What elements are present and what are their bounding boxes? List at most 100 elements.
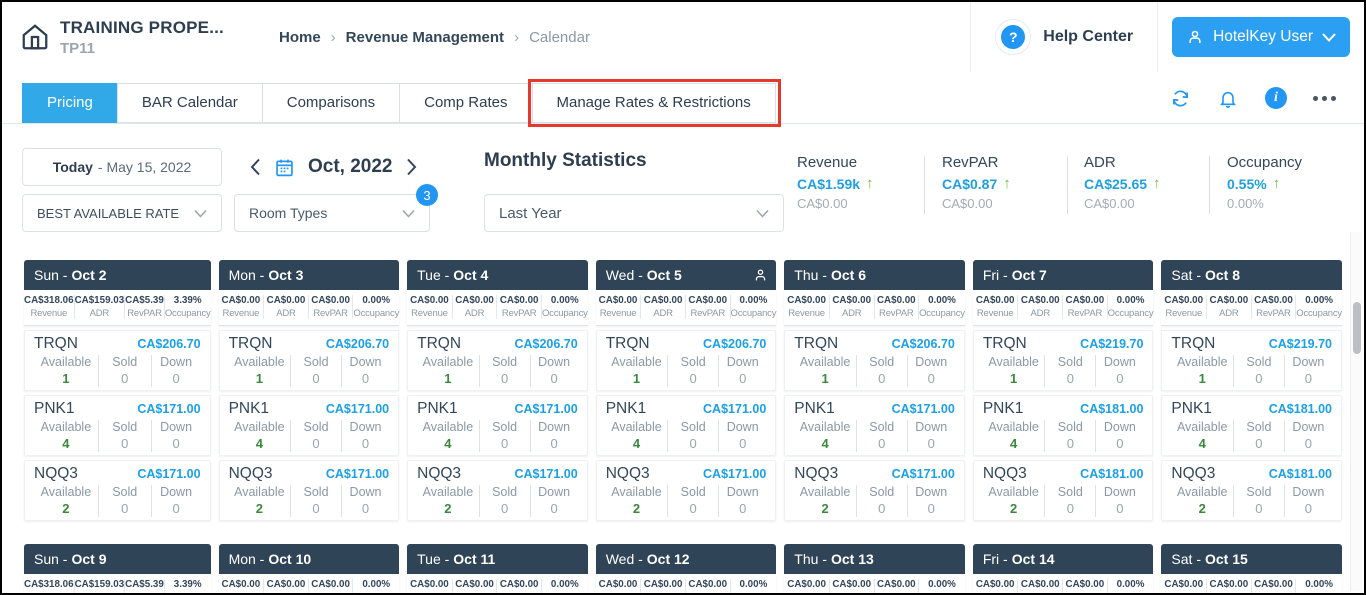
day-header[interactable]: Fri - Oct 14 [973, 544, 1154, 574]
vertical-scrollbar[interactable] [1350, 232, 1362, 591]
next-month-icon[interactable] [406, 158, 417, 176]
room-field-label: Sold [857, 420, 907, 434]
room-price[interactable]: CA$219.70 [1269, 337, 1332, 351]
room-field-label: Down [531, 420, 578, 434]
day-header[interactable]: Thu - Oct 6 [784, 260, 965, 290]
room-code: NQQ3 [34, 465, 78, 483]
tab-bar-calendar[interactable]: BAR Calendar [117, 83, 263, 123]
tab-comparisons[interactable]: Comparisons [262, 83, 400, 123]
room-price[interactable]: CA$171.00 [703, 467, 766, 481]
day-stat: 0.00%Occupancy [918, 295, 965, 319]
room-price[interactable]: CA$171.00 [137, 402, 200, 416]
day-stat-label: RevPAR [1063, 308, 1107, 319]
room-type-card[interactable]: PNK1 CA$171.00 Available4 Sold0 Down0 [407, 395, 588, 456]
room-price[interactable]: CA$181.00 [1080, 467, 1143, 481]
day-stat-label: RevPAR [497, 592, 541, 593]
room-price[interactable]: CA$206.70 [137, 337, 200, 351]
room-fields: Available4 Sold0 Down0 [606, 420, 767, 452]
day-header[interactable]: Tue - Oct 11 [407, 544, 588, 574]
comparison-period-dropdown[interactable]: Last Year [484, 194, 784, 232]
day-header[interactable]: Mon - Oct 10 [219, 544, 400, 574]
room-price[interactable]: CA$171.00 [326, 402, 389, 416]
room-price[interactable]: CA$181.00 [1269, 467, 1332, 481]
room-type-card[interactable]: TRQN CA$206.70 Available1 Sold0 Down0 [784, 330, 965, 391]
room-price[interactable]: CA$171.00 [892, 467, 955, 481]
room-type-card[interactable]: NQQ3 CA$171.00 Available2 Sold0 Down0 [24, 460, 211, 521]
info-icon[interactable]: i [1265, 87, 1287, 109]
day-stat-value: CA$0.00 [1063, 579, 1107, 590]
room-price[interactable]: CA$171.00 [514, 467, 577, 481]
more-options-icon[interactable] [1313, 96, 1336, 101]
day-stat: CA$0.00ADR [1206, 579, 1251, 593]
home-icon[interactable] [20, 22, 50, 52]
day-header[interactable]: Sat - Oct 8 [1161, 260, 1342, 290]
day-header[interactable]: Thu - Oct 13 [784, 544, 965, 574]
refresh-icon[interactable] [1169, 87, 1191, 109]
room-type-card[interactable]: NQQ3 CA$181.00 Available2 Sold0 Down0 [1161, 460, 1342, 521]
day-cell: Wed - Oct 5 CA$0.00Revenue CA$0.00ADR CA… [596, 260, 777, 521]
day-header[interactable]: Wed - Oct 5 [596, 260, 777, 290]
room-type-card[interactable]: NQQ3 CA$171.00 Available2 Sold0 Down0 [407, 460, 588, 521]
rate-plan-dropdown[interactable]: BEST AVAILABLE RATE [22, 194, 222, 232]
room-price[interactable]: CA$171.00 [514, 402, 577, 416]
room-type-card[interactable]: TRQN CA$206.70 Available1 Sold0 Down0 [407, 330, 588, 391]
room-type-card[interactable]: NQQ3 CA$171.00 Available2 Sold0 Down0 [596, 460, 777, 521]
previous-month-icon[interactable] [250, 158, 261, 176]
room-type-card[interactable]: TRQN CA$206.70 Available1 Sold0 Down0 [219, 330, 400, 391]
room-price[interactable]: CA$206.70 [892, 337, 955, 351]
room-price[interactable]: CA$171.00 [326, 467, 389, 481]
room-field-label: Down [531, 485, 578, 499]
room-type-card[interactable]: PNK1 CA$181.00 Available4 Sold0 Down0 [973, 395, 1154, 456]
notifications-bell-icon[interactable] [1217, 87, 1239, 109]
day-stat: CA$0.00ADR [1017, 295, 1062, 319]
room-price[interactable]: CA$206.70 [326, 337, 389, 351]
day-header[interactable]: Wed - Oct 12 [596, 544, 777, 574]
help-center-button[interactable]: ? Help Center [970, 2, 1158, 72]
day-date: Oct 2 [71, 267, 106, 283]
day-header[interactable]: Mon - Oct 3 [219, 260, 400, 290]
room-field-label: Sold [1045, 420, 1095, 434]
room-price[interactable]: CA$206.70 [514, 337, 577, 351]
room-price[interactable]: CA$206.70 [703, 337, 766, 351]
room-price[interactable]: CA$219.70 [1080, 337, 1143, 351]
room-price[interactable]: CA$171.00 [892, 402, 955, 416]
room-top-row: TRQN CA$219.70 [983, 335, 1144, 353]
room-type-card[interactable]: PNK1 CA$171.00 Available4 Sold0 Down0 [784, 395, 965, 456]
room-price[interactable]: CA$171.00 [703, 402, 766, 416]
day-stat-label: RevPAR [875, 308, 919, 319]
room-type-card[interactable]: NQQ3 CA$171.00 Available2 Sold0 Down0 [219, 460, 400, 521]
help-icon: ? [995, 19, 1031, 55]
room-type-card[interactable]: PNK1 CA$171.00 Available4 Sold0 Down0 [219, 395, 400, 456]
tab-pricing[interactable]: Pricing [22, 83, 118, 123]
day-stat-value: CA$318.06 [24, 579, 74, 590]
room-type-card[interactable]: NQQ3 CA$171.00 Available2 Sold0 Down0 [784, 460, 965, 521]
day-rooms: TRQN CA$219.70 Available1 Sold0 Down0 PN… [973, 330, 1154, 521]
room-price[interactable]: CA$171.00 [137, 467, 200, 481]
room-type-card[interactable]: TRQN CA$219.70 Available1 Sold0 Down0 [1161, 330, 1342, 391]
day-header[interactable]: Sun - Oct 2 [24, 260, 211, 290]
day-stat-label: Revenue [219, 308, 264, 319]
room-type-card[interactable]: TRQN CA$206.70 Available1 Sold0 Down0 [596, 330, 777, 391]
room-types-dropdown[interactable]: Room Types 3 [234, 194, 430, 232]
room-type-card[interactable]: NQQ3 CA$181.00 Available2 Sold0 Down0 [973, 460, 1154, 521]
room-type-card[interactable]: PNK1 CA$171.00 Available4 Sold0 Down0 [596, 395, 777, 456]
day-header[interactable]: Tue - Oct 4 [407, 260, 588, 290]
room-type-card[interactable]: PNK1 CA$171.00 Available4 Sold0 Down0 [24, 395, 211, 456]
person-icon [753, 267, 768, 283]
room-price[interactable]: CA$181.00 [1269, 402, 1332, 416]
day-header[interactable]: Fri - Oct 7 [973, 260, 1154, 290]
user-menu-button[interactable]: HotelKey User [1172, 17, 1350, 57]
day-header[interactable]: Sun - Oct 9 [24, 544, 211, 574]
room-type-card[interactable]: TRQN CA$219.70 Available1 Sold0 Down0 [973, 330, 1154, 391]
room-price[interactable]: CA$181.00 [1080, 402, 1143, 416]
day-stat-value: CA$0.00 [830, 579, 874, 590]
breadcrumb-home[interactable]: Home [279, 29, 321, 46]
room-type-card[interactable]: TRQN CA$206.70 Available1 Sold0 Down0 [24, 330, 211, 391]
today-button[interactable]: Today - May 15, 2022 [22, 148, 222, 186]
scrollbar-thumb[interactable] [1353, 302, 1361, 354]
tab-comp-rates[interactable]: Comp Rates [399, 83, 532, 123]
tab-manage-rates-restrictions[interactable]: Manage Rates & Restrictions [532, 83, 776, 123]
room-type-card[interactable]: PNK1 CA$181.00 Available4 Sold0 Down0 [1161, 395, 1342, 456]
day-header[interactable]: Sat - Oct 15 [1161, 544, 1342, 574]
breadcrumb-revenue-management[interactable]: Revenue Management [346, 29, 504, 46]
